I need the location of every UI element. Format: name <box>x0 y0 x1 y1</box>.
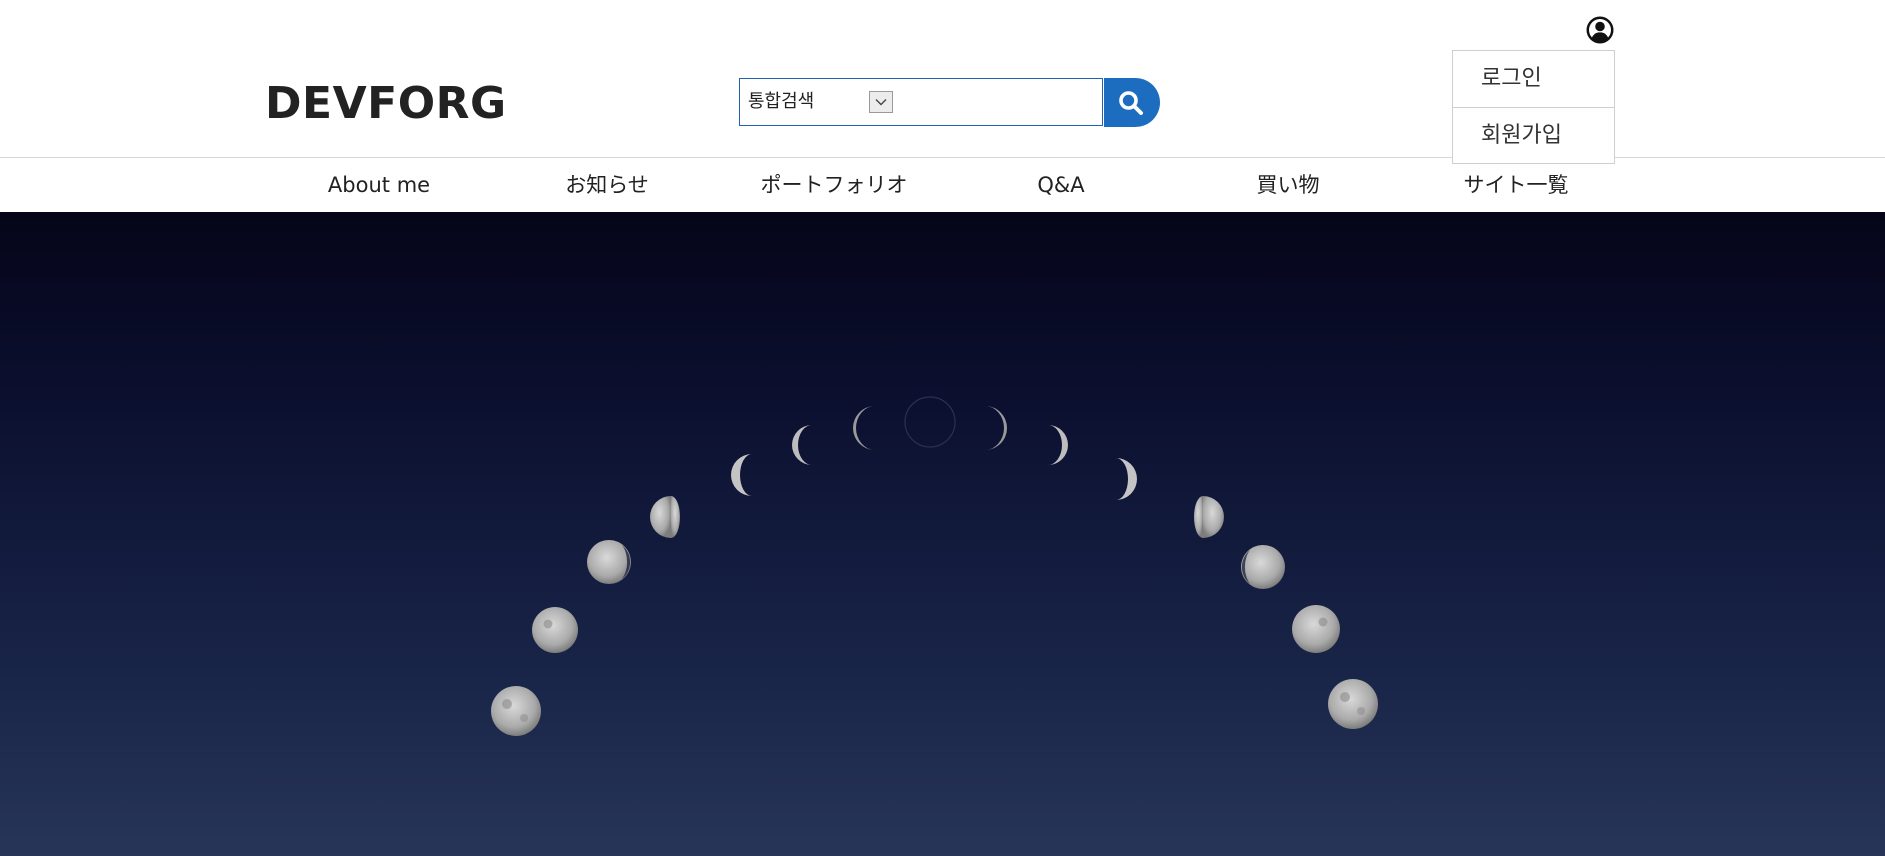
user-dropdown-menu: 로그인 회원가입 <box>1452 50 1615 164</box>
moon-crescent-right-1 <box>985 406 1007 450</box>
moon-crescent-left-3 <box>853 406 875 450</box>
moon-gibbous-left-2 <box>587 540 631 584</box>
moon-crescent-left-1 <box>731 454 752 496</box>
hero-image <box>0 212 1885 856</box>
site-header: DEVFORG 통합검색 로그인 회원가입 <box>0 0 1885 164</box>
moon-crescent-right-3 <box>1116 458 1137 500</box>
site-logo[interactable]: DEVFORG <box>265 74 507 134</box>
nav-item-about-me[interactable]: About me <box>328 158 430 212</box>
moon-gibbous-left-1 <box>532 607 578 653</box>
chevron-down-icon <box>875 99 887 106</box>
moon-gibbous-right-1 <box>1292 605 1340 653</box>
search-icon <box>1119 91 1143 115</box>
moon-crescent-right-2 <box>1048 425 1068 465</box>
moon-phases-illustration <box>491 396 1378 736</box>
moon-full-right <box>1328 679 1378 729</box>
search-scope-label: 통합검색 <box>748 91 815 112</box>
user-account-button[interactable] <box>1585 15 1615 45</box>
search-scope-dropdown[interactable] <box>869 91 893 113</box>
moon-half-right <box>1194 496 1224 538</box>
user-circle-icon <box>1586 16 1614 44</box>
main-navigation: About me お知らせ ポートフォリオ Q&A 買い物 サイト一覧 <box>0 157 1885 212</box>
moon-new <box>904 396 956 448</box>
nav-item-portfolio[interactable]: ポートフォリオ <box>761 158 908 212</box>
nav-item-sitemap[interactable]: サイト一覧 <box>1464 158 1569 212</box>
nav-item-qna[interactable]: Q&A <box>1037 158 1084 212</box>
search-button[interactable] <box>1104 78 1160 127</box>
moon-crescent-left-2 <box>792 425 812 465</box>
search-bar: 통합검색 <box>739 78 1103 126</box>
moon-half-left <box>650 496 680 538</box>
nav-item-shopping[interactable]: 買い物 <box>1257 158 1320 212</box>
search-input[interactable] <box>904 83 1098 123</box>
nav-item-notices[interactable]: お知らせ <box>565 158 649 212</box>
moon-gibbous-right-2 <box>1241 545 1285 589</box>
signup-menu-item[interactable]: 회원가입 <box>1453 107 1614 163</box>
moon-full-left <box>491 686 541 736</box>
login-menu-item[interactable]: 로그인 <box>1453 51 1614 107</box>
